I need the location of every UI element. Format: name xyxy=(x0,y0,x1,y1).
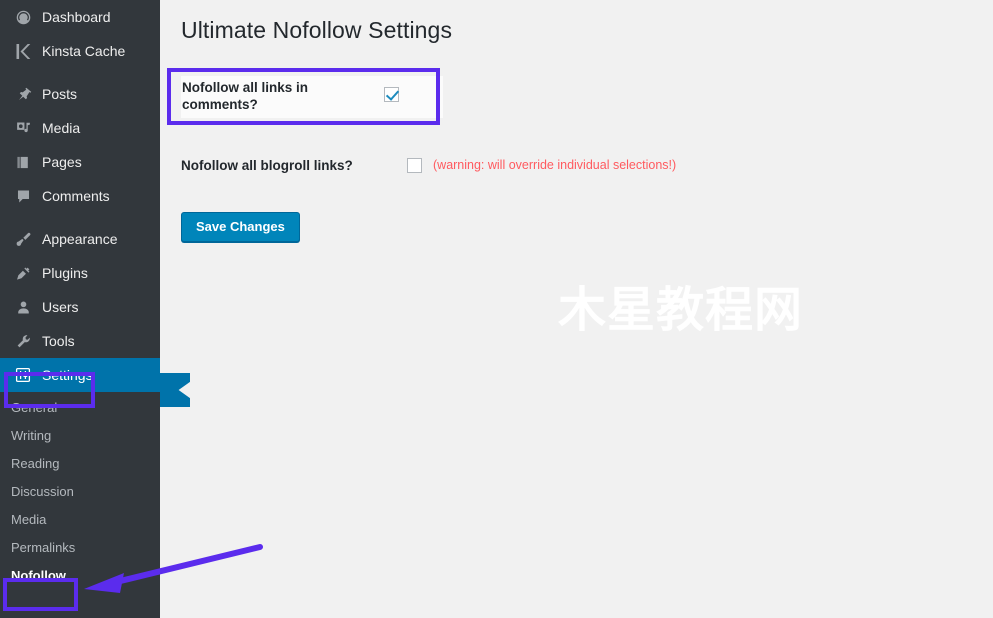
media-icon xyxy=(13,118,33,138)
setting-row-comments: Nofollow all links in comments? xyxy=(181,76,443,118)
pin-icon xyxy=(13,84,33,104)
submenu-item-discussion[interactable]: Discussion xyxy=(0,478,160,506)
sidebar-item-kinsta-cache[interactable]: Kinsta Cache xyxy=(0,34,160,68)
sidebar-item-label: Settings xyxy=(42,367,93,383)
sidebar-separator xyxy=(0,213,160,222)
sidebar-item-dashboard[interactable]: Dashboard xyxy=(0,0,160,34)
wrench-icon xyxy=(13,331,33,351)
setting-label-blogroll: Nofollow all blogroll links? xyxy=(181,157,353,173)
sidebar-item-label: Kinsta Cache xyxy=(42,43,126,59)
save-changes-button[interactable]: Save Changes xyxy=(181,212,300,242)
dashboard-icon xyxy=(13,7,33,27)
submenu-item-label: Permalinks xyxy=(11,540,76,555)
sidebar-item-appearance[interactable]: Appearance xyxy=(0,222,160,256)
setting-label-comments: Nofollow all links in comments? xyxy=(182,80,309,112)
paintbrush-icon xyxy=(13,229,33,249)
submenu-item-general[interactable]: General xyxy=(0,394,160,422)
user-icon xyxy=(13,297,33,317)
sidebar-item-media[interactable]: Media xyxy=(0,111,160,145)
sidebar-group-2: Posts Media Pages Comments xyxy=(0,77,160,213)
watermark-text: 木星教程网 xyxy=(558,282,804,338)
sidebar-item-label: Users xyxy=(42,299,79,315)
settings-submenu: General Writing Reading Discussion Media… xyxy=(0,392,160,590)
sidebar-item-label: Posts xyxy=(42,86,78,102)
page-icon xyxy=(13,152,33,172)
sidebar-separator xyxy=(0,68,160,77)
sidebar-item-tools[interactable]: Tools xyxy=(0,324,160,358)
sidebar-item-settings[interactable]: Settings xyxy=(0,358,160,392)
sidebar-item-posts[interactable]: Posts xyxy=(0,77,160,111)
sidebar-item-label: Dashboard xyxy=(42,9,111,25)
submenu-item-label: Writing xyxy=(11,428,52,443)
setting-row-blogroll: Nofollow all blogroll links? (warning: w… xyxy=(181,154,801,176)
sidebar-item-label: Pages xyxy=(42,154,82,170)
page-title: Ultimate Nofollow Settings xyxy=(181,17,453,43)
sidebar-item-users[interactable]: Users xyxy=(0,290,160,324)
sidebar-item-label: Media xyxy=(42,120,81,136)
submenu-item-media[interactable]: Media xyxy=(0,506,160,534)
submenu-item-label: General xyxy=(11,400,58,415)
submenu-item-label: Discussion xyxy=(11,484,74,499)
admin-sidebar: Dashboard Kinsta Cache Posts Media Pages… xyxy=(0,0,160,618)
sidebar-item-plugins[interactable]: Plugins xyxy=(0,256,160,290)
submenu-item-writing[interactable]: Writing xyxy=(0,422,160,450)
sidebar-item-label: Tools xyxy=(42,333,75,349)
submenu-item-label: Media xyxy=(11,512,47,527)
submenu-item-permalinks[interactable]: Permalinks xyxy=(0,534,160,562)
comment-bubble-icon xyxy=(13,186,33,206)
sidebar-group-1: Dashboard Kinsta Cache xyxy=(0,0,160,68)
main-content: Ultimate Nofollow Settings Nofollow all … xyxy=(160,0,993,618)
nofollow-comments-checkbox[interactable] xyxy=(384,87,399,102)
sidebar-item-comments[interactable]: Comments xyxy=(0,179,160,213)
plug-icon xyxy=(13,263,33,283)
kinsta-k-icon xyxy=(13,41,33,61)
submenu-item-label: Reading xyxy=(11,456,60,471)
submenu-item-nofollow[interactable]: Nofollow xyxy=(0,562,160,590)
sidebar-item-label: Comments xyxy=(42,188,110,204)
sidebar-item-pages[interactable]: Pages xyxy=(0,145,160,179)
blogroll-warning-text: (warning: will override individual selec… xyxy=(433,158,677,172)
sidebar-group-3: Appearance Plugins Users Tools Settings xyxy=(0,222,160,392)
sidebar-item-label: Plugins xyxy=(42,265,88,281)
nofollow-blogroll-checkbox[interactable] xyxy=(407,157,422,173)
sidebar-item-label: Appearance xyxy=(42,231,118,247)
sliders-icon xyxy=(13,365,33,385)
submenu-item-label: Nofollow xyxy=(11,568,66,583)
submenu-item-reading[interactable]: Reading xyxy=(0,450,160,478)
